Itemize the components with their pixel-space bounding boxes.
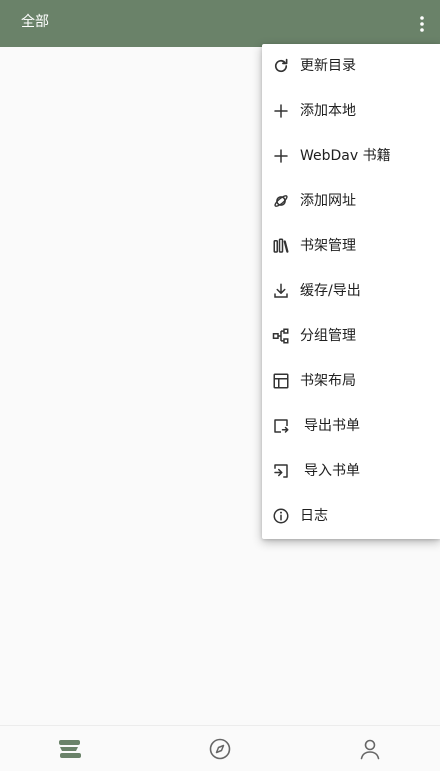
menu-item-add-url[interactable]: 添加网址 bbox=[262, 179, 440, 224]
menu-item-group-manage[interactable]: 分组管理 bbox=[262, 314, 440, 359]
menu-item-import-booklist[interactable]: 导入书单 bbox=[262, 449, 440, 494]
menu-item-bookshelf-manage[interactable]: 书架管理 bbox=[262, 224, 440, 269]
menu-item-add-local[interactable]: 添加本地 bbox=[262, 89, 440, 134]
menu-item-label: 书架布局 bbox=[300, 373, 356, 389]
top-app-bar: 全部 bbox=[0, 0, 440, 47]
page-title: 全部 bbox=[21, 14, 49, 30]
group-tree-icon bbox=[271, 326, 291, 346]
refresh-icon bbox=[271, 56, 291, 76]
menu-item-label: 导出书单 bbox=[304, 418, 360, 434]
download-icon bbox=[271, 281, 291, 301]
menu-item-export-booklist[interactable]: 导出书单 bbox=[262, 404, 440, 449]
menu-item-log[interactable]: 日志 bbox=[262, 494, 440, 539]
overflow-menu: 更新目录 添加本地 WebDav 书籍 添加网址 书架管理 缓存/导出 分组管理… bbox=[262, 44, 440, 539]
more-vert-icon[interactable] bbox=[410, 10, 434, 38]
info-icon bbox=[271, 506, 291, 526]
planet-link-icon bbox=[271, 191, 291, 211]
compass-icon[interactable] bbox=[207, 736, 233, 762]
export-icon bbox=[271, 416, 291, 436]
menu-item-update-catalog[interactable]: 更新目录 bbox=[262, 44, 440, 89]
plus-icon bbox=[271, 146, 291, 166]
person-icon[interactable] bbox=[357, 736, 383, 762]
menu-item-label: WebDav 书籍 bbox=[300, 148, 391, 164]
menu-item-label: 书架管理 bbox=[300, 238, 356, 254]
menu-item-label: 添加网址 bbox=[300, 193, 356, 209]
plus-icon bbox=[271, 101, 291, 121]
import-icon bbox=[271, 461, 291, 481]
menu-item-cache-export[interactable]: 缓存/导出 bbox=[262, 269, 440, 314]
bookshelf-icon bbox=[271, 236, 291, 256]
menu-item-bookshelf-layout[interactable]: 书架布局 bbox=[262, 359, 440, 404]
menu-item-label: 导入书单 bbox=[304, 463, 360, 479]
menu-item-webdav-books[interactable]: WebDav 书籍 bbox=[262, 134, 440, 179]
menu-item-label: 更新目录 bbox=[300, 58, 356, 74]
bottom-navigation bbox=[0, 725, 440, 771]
bookshelf-nav-icon[interactable] bbox=[57, 736, 83, 762]
menu-item-label: 分组管理 bbox=[300, 328, 356, 344]
menu-item-label: 添加本地 bbox=[300, 103, 356, 119]
menu-item-label: 日志 bbox=[300, 508, 328, 524]
menu-item-label: 缓存/导出 bbox=[300, 283, 361, 299]
layout-icon bbox=[271, 371, 291, 391]
